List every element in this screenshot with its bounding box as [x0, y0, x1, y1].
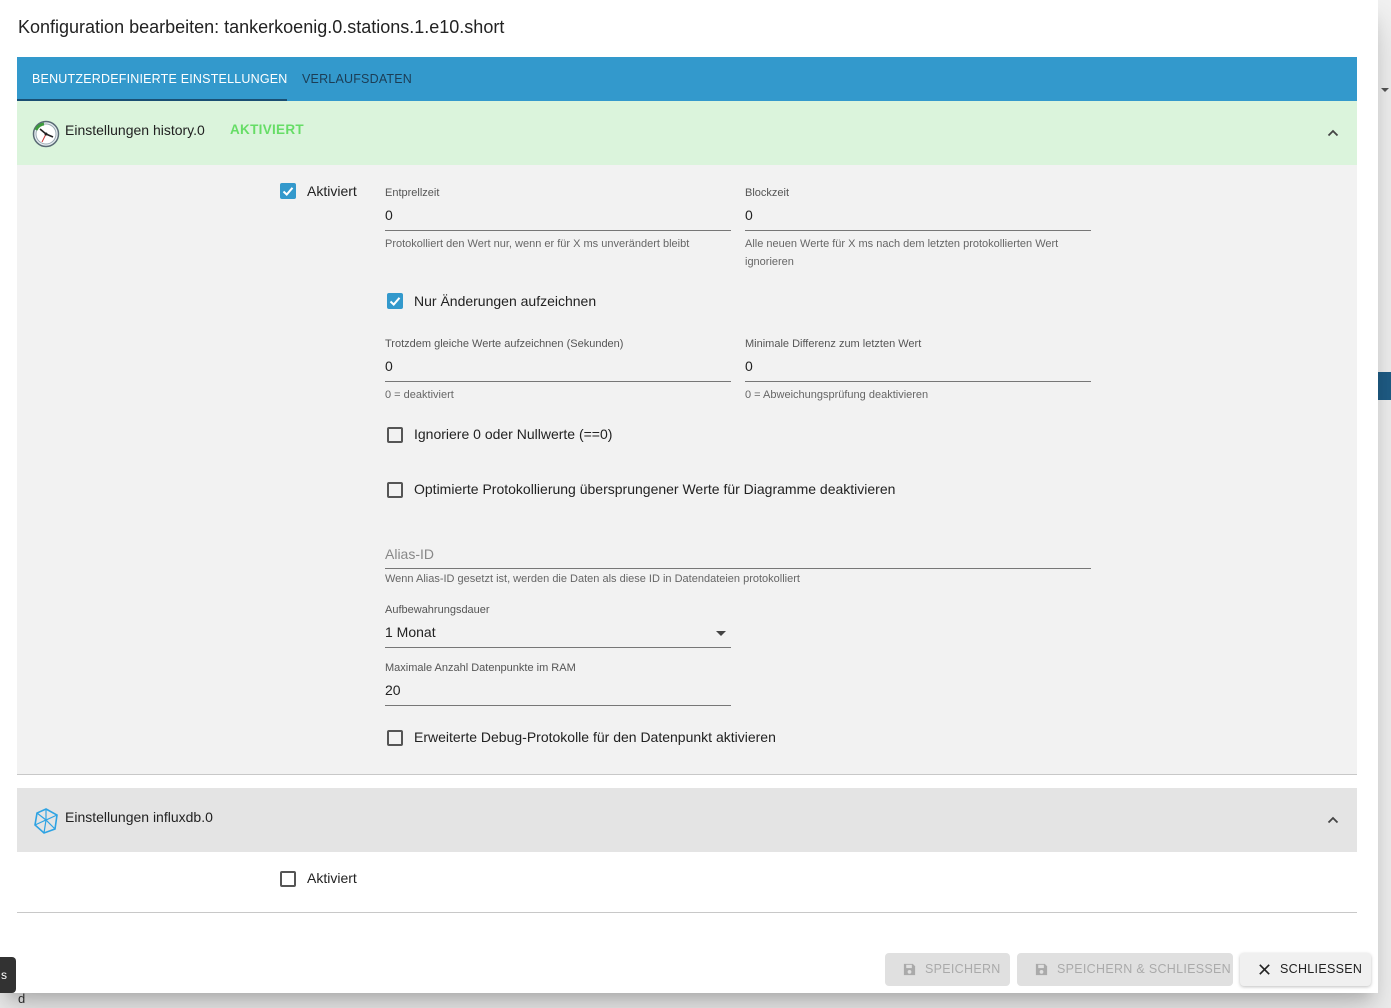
max-length-field[interactable]: Maximale Anzahl Datenpunkte im RAM 20: [385, 661, 731, 706]
tab-custom-settings[interactable]: Benutzerdefinierte Einstellungen: [32, 57, 288, 101]
influxdb-enabled-label: Aktiviert: [307, 870, 357, 886]
change-interval-underline: [385, 381, 731, 382]
max-length-input[interactable]: 20: [385, 682, 731, 698]
change-interval-field[interactable]: Trotzdem gleiche Werte aufzeichnen (Seku…: [385, 337, 731, 404]
retention-underline: [385, 647, 731, 648]
blocktime-label: Blockzeit: [745, 187, 790, 199]
tab-history-data[interactable]: Verlaufsdaten: [302, 57, 412, 101]
min-diff-underline: [745, 381, 1091, 382]
toast-notification: s: [0, 957, 16, 993]
change-interval-label: Trotzdem gleiche Werte aufzeichnen (Seku…: [385, 338, 624, 350]
changes-only-checkbox[interactable]: [387, 293, 403, 309]
close-icon: [1259, 964, 1270, 975]
blocktime-help: Alle neuen Werte für X ms nach dem letzt…: [745, 238, 1059, 268]
min-diff-input[interactable]: 0: [745, 358, 1091, 374]
retention-value[interactable]: 1 Monat: [385, 624, 731, 640]
history-enabled-checkbox[interactable]: [280, 183, 296, 199]
save-button-label: Speichern: [925, 962, 1001, 976]
check-icon: [282, 187, 294, 196]
influxdb-enabled-checkbox[interactable]: [280, 871, 296, 887]
background-app-bottom: d: [0, 991, 1391, 1008]
tab-bar: Benutzerdefinierte Einstellungen Verlauf…: [17, 57, 1357, 101]
min-diff-help: 0 = Abweichungsprüfung deaktivieren: [745, 389, 929, 401]
background-accent-block: [1378, 372, 1391, 400]
close-button[interactable]: Schließen: [1240, 953, 1371, 986]
change-interval-input[interactable]: 0: [385, 358, 731, 374]
history-panel-title: Einstellungen history.0: [65, 122, 205, 138]
disable-skipped-label: Optimierte Protokollierung übersprungene…: [414, 481, 896, 497]
save-close-button-label: Speichern & Schließen: [1057, 962, 1232, 976]
alias-id-help: Wenn Alias-ID gesetzt ist, werden die Da…: [385, 573, 800, 585]
debug-label: Erweiterte Debug-Protokolle für den Date…: [414, 729, 776, 745]
debounce-label: Entprellzeit: [385, 187, 440, 199]
blocktime-field[interactable]: Blockzeit 0 Alle neuen Werte für X ms na…: [745, 186, 1091, 271]
max-length-underline: [385, 705, 731, 706]
chevron-up-icon[interactable]: [1326, 813, 1340, 827]
history-enabled-label: Aktiviert: [307, 183, 357, 199]
retention-label: Aufbewahrungsdauer: [385, 604, 490, 616]
debounce-input[interactable]: 0: [385, 207, 731, 223]
debounce-underline: [385, 230, 731, 231]
chevron-up-icon[interactable]: [1326, 126, 1340, 140]
min-diff-label: Minimale Differenz zum letzten Wert: [745, 338, 922, 350]
changes-only-label: Nur Änderungen aufzeichnen: [414, 293, 597, 309]
blocktime-underline: [745, 230, 1091, 231]
debug-checkbox[interactable]: [387, 730, 403, 746]
save-button[interactable]: Speichern: [885, 953, 1010, 986]
close-button-label: Schließen: [1280, 962, 1363, 976]
history-panel-header[interactable]: Einstellungen history.0 AKTIVIERT: [17, 101, 1357, 165]
floppy-disk-icon: [903, 963, 916, 976]
change-interval-help: 0 = deaktiviert: [385, 389, 454, 401]
save-close-button[interactable]: Speichern & Schließen: [1017, 953, 1233, 986]
blocktime-input[interactable]: 0: [745, 207, 1091, 223]
alias-id-underline: [385, 568, 1091, 569]
disable-skipped-checkbox[interactable]: [387, 482, 403, 498]
floppy-disk-icon: [1035, 963, 1048, 976]
dialog-title: Konfiguration bearbeiten: tankerkoenig.0…: [18, 17, 505, 37]
config-dialog: Konfiguration bearbeiten: tankerkoenig.0…: [0, 0, 1378, 993]
ignore-zero-label: Ignoriere 0 oder Nullwerte (==0): [414, 426, 613, 442]
alias-id-input[interactable]: Alias-ID: [385, 546, 434, 562]
background-app-edge: [1378, 0, 1391, 1008]
ignore-zero-checkbox[interactable]: [387, 427, 403, 443]
influxdb-panel-header[interactable]: Einstellungen influxdb.0: [17, 788, 1357, 852]
max-length-label: Maximale Anzahl Datenpunkte im RAM: [385, 662, 576, 674]
debounce-help: Protokolliert den Wert nur, wenn er für …: [385, 238, 690, 250]
status-badge: AKTIVIERT: [230, 122, 304, 137]
check-icon: [389, 297, 401, 306]
history-clock-icon: [32, 120, 60, 148]
influxdb-icon: [34, 808, 58, 834]
dropdown-arrow-icon[interactable]: [716, 631, 726, 636]
background-dropdown-arrow-icon: [1381, 88, 1389, 92]
debounce-field[interactable]: Entprellzeit 0 Protokolliert den Wert nu…: [385, 186, 731, 253]
influxdb-panel-title: Einstellungen influxdb.0: [65, 809, 213, 825]
min-diff-field[interactable]: Minimale Differenz zum letzten Wert 0 0 …: [745, 337, 1091, 404]
influxdb-panel-body: [17, 852, 1357, 913]
retention-select[interactable]: Aufbewahrungsdauer 1 Monat: [385, 603, 731, 648]
